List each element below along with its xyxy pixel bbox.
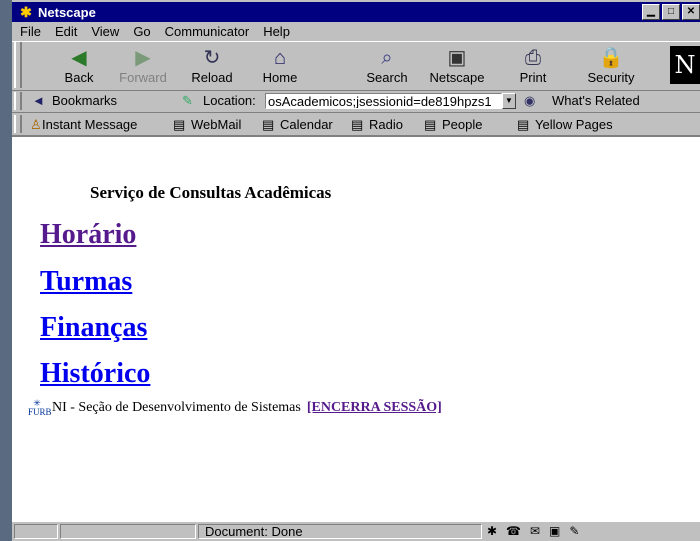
location-toolbar: ◄ Bookmarks ✎ Location: osAcademicos;jse… [12,90,700,113]
webmail-icon: ▤ [173,117,186,132]
location-grip[interactable] [14,92,22,110]
netscape-n-logo[interactable]: N [670,46,700,84]
navigation-toolbar: ◀ Back ▶ Forward ↻ Reload ⌂ Home ⌕ Searc… [12,41,700,91]
instant-message-icon: ♙ [30,117,42,132]
security-button[interactable]: 🔒 Security [580,46,642,85]
radio-link[interactable]: Radio [369,117,403,132]
back-arrow-icon: ◀ [71,47,87,69]
desktop-background [0,0,12,541]
link-historico[interactable]: Histórico [40,358,150,390]
print-button[interactable]: ⎙ Print [502,46,564,85]
search-icon: ⌕ [381,47,393,69]
link-turmas[interactable]: Turmas [40,266,132,298]
netscape-icon: ▣ [447,47,467,69]
home-icon: ⌂ [273,47,287,69]
status-text: Document: Done [198,524,482,539]
menu-view[interactable]: View [91,24,119,39]
browser-window: ✱ Netscape ▁ □ ✕ File Edit View Go Commu… [12,0,700,541]
footer-text: NI - Seção de Desenvolvimento de Sistema… [52,400,301,415]
link-horario[interactable]: Horário [40,219,136,251]
lock-icon: 🔒 [598,47,624,69]
minimize-button[interactable]: ▁ [642,4,660,20]
yellow-pages-icon: ▤ [517,117,530,132]
radio-icon: ▤ [351,117,364,132]
calendar-icon: ▤ [262,117,275,132]
title-bar: ✱ Netscape ▁ □ ✕ [12,2,700,22]
reload-icon: ↻ [203,47,221,69]
netscape-button[interactable]: ▣ Netscape [426,46,488,85]
back-button[interactable]: ◀ Back [48,46,110,85]
people-icon: ▤ [424,117,437,132]
page-content: Serviço de Consultas Acadêmicas Horário … [12,136,700,523]
webmail-link[interactable]: WebMail [191,117,241,132]
netscape-logo-icon: ✱ [20,4,32,20]
progress-bar [60,524,196,539]
menu-go[interactable]: Go [133,24,150,39]
personal-grip[interactable] [14,115,22,133]
bookmarks-icon: ◄ [32,93,45,108]
component-bar-icons[interactable]: ✱☎✉▣✎ [487,524,588,538]
url-dropdown-button[interactable]: ▼ [502,93,516,109]
menu-edit[interactable]: Edit [55,24,77,39]
toolbar-grip[interactable] [14,42,22,88]
bookmarks-button[interactable]: Bookmarks [52,93,117,108]
print-icon: ⎙ [525,47,541,69]
personal-toolbar: ♙ Instant Message ▤ WebMail ▤ Calendar ▤… [12,113,700,136]
yellow-pages-link[interactable]: Yellow Pages [535,117,613,132]
menu-communicator[interactable]: Communicator [165,24,250,39]
end-session-link[interactable]: [ENCERRA SESSÃO] [307,400,442,416]
close-button[interactable]: ✕ [682,4,700,20]
page-title: Serviço de Consultas Acadêmicas [90,183,332,202]
reload-button[interactable]: ↻ Reload [181,46,243,85]
calendar-link[interactable]: Calendar [280,117,333,132]
home-button[interactable]: ⌂ Home [249,46,311,85]
window-title: Netscape [38,4,96,20]
furb-logo-icon: ✳ FURB [28,398,52,417]
menu-bar: File Edit View Go Communicator Help [12,22,700,40]
location-icon: ✎ [182,93,193,108]
menu-help[interactable]: Help [263,24,290,39]
menu-file[interactable]: File [20,24,41,39]
status-bar: Document: Done ✱☎✉▣✎ [12,522,700,541]
forward-button[interactable]: ▶ Forward [112,46,174,85]
whats-related-icon: ◉ [524,93,536,108]
page-footer: ✳ FURB NI - Seção de Desenvolvimento de S… [28,399,442,417]
link-financas[interactable]: Finanças [40,312,147,344]
whats-related-button[interactable]: What's Related [552,93,640,108]
instant-message-link[interactable]: Instant Message [42,117,137,132]
forward-arrow-icon: ▶ [135,47,151,69]
location-label: Location: [203,93,256,108]
maximize-button[interactable]: □ [662,4,680,20]
security-status-icon[interactable] [14,524,58,539]
people-link[interactable]: People [442,117,482,132]
url-input[interactable]: osAcademicos;jsessionid=de819hpzs1 [265,93,502,109]
search-button[interactable]: ⌕ Search [356,46,418,85]
